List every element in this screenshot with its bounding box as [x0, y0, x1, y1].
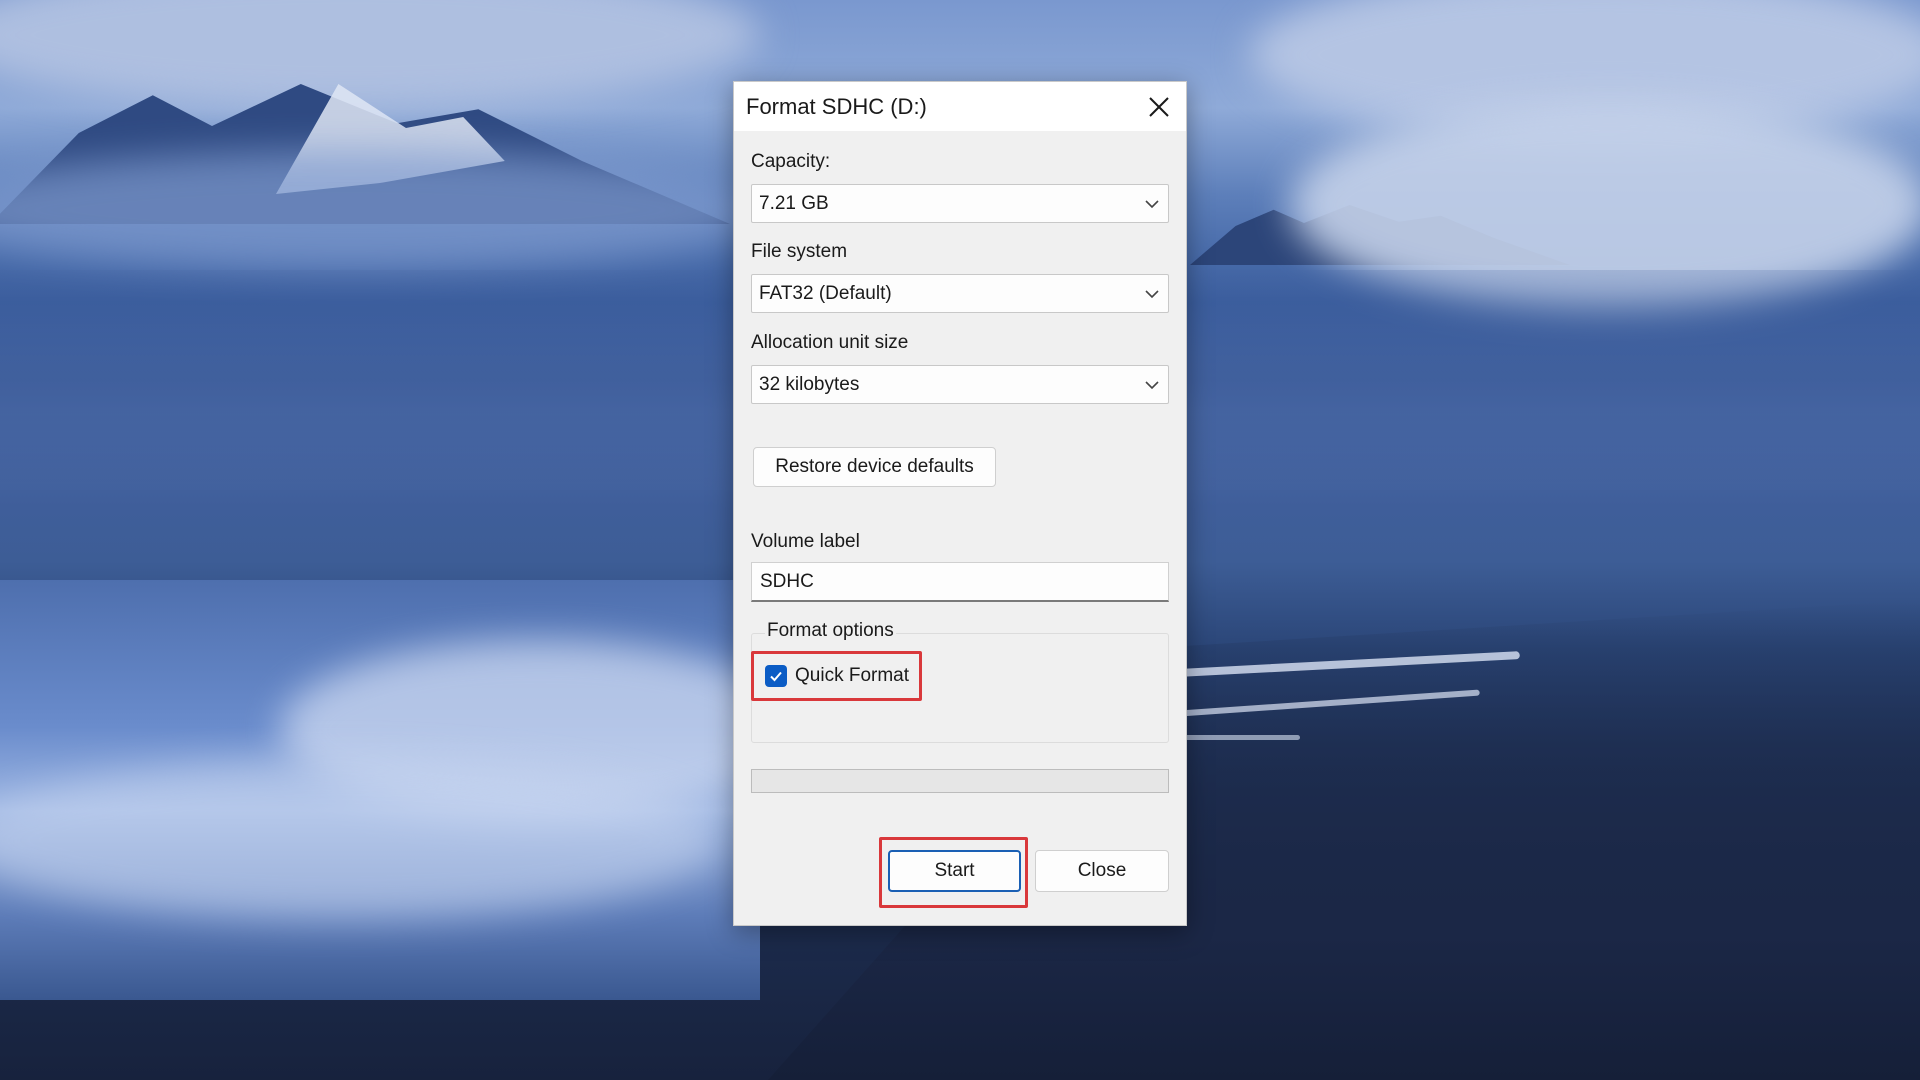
wallpaper-cloud	[0, 0, 760, 110]
allocation-size-value: 32 kilobytes	[759, 374, 860, 395]
format-dialog: Format SDHC (D:) Capacity: 7.21 GB File …	[733, 81, 1187, 926]
quick-format-checkbox[interactable]: Quick Format	[765, 662, 909, 690]
checkmark-icon	[765, 665, 787, 687]
capacity-value: 7.21 GB	[759, 193, 829, 214]
start-button[interactable]: Start	[888, 850, 1021, 892]
restore-defaults-button[interactable]: Restore device defaults	[753, 447, 996, 487]
chevron-down-icon	[1145, 381, 1159, 390]
quick-format-label: Quick Format	[795, 665, 910, 686]
close-button[interactable]: Close	[1035, 850, 1169, 892]
volume-label-label: Volume label	[751, 531, 860, 552]
desktop-background: Format SDHC (D:) Capacity: 7.21 GB File …	[0, 0, 1920, 1080]
allocation-size-label: Allocation unit size	[751, 332, 909, 353]
close-icon[interactable]	[1140, 88, 1178, 126]
chevron-down-icon	[1145, 290, 1159, 299]
file-system-label: File system	[751, 241, 848, 262]
dialog-title: Format SDHC (D:)	[746, 94, 927, 119]
file-system-dropdown[interactable]: FAT32 (Default)	[751, 274, 1169, 313]
format-progress-bar	[751, 769, 1169, 793]
title-bar: Format SDHC (D:)	[734, 82, 1186, 131]
chevron-down-icon	[1145, 200, 1159, 209]
allocation-size-dropdown[interactable]: 32 kilobytes	[751, 365, 1169, 404]
wallpaper-shore-foam	[1180, 735, 1300, 740]
file-system-value: FAT32 (Default)	[759, 283, 892, 304]
capacity-label: Capacity:	[751, 151, 831, 172]
format-options-title: Format options	[765, 620, 896, 642]
capacity-dropdown[interactable]: 7.21 GB	[751, 184, 1169, 223]
volume-label-input[interactable]	[751, 562, 1169, 602]
wallpaper-cloud	[0, 150, 780, 270]
